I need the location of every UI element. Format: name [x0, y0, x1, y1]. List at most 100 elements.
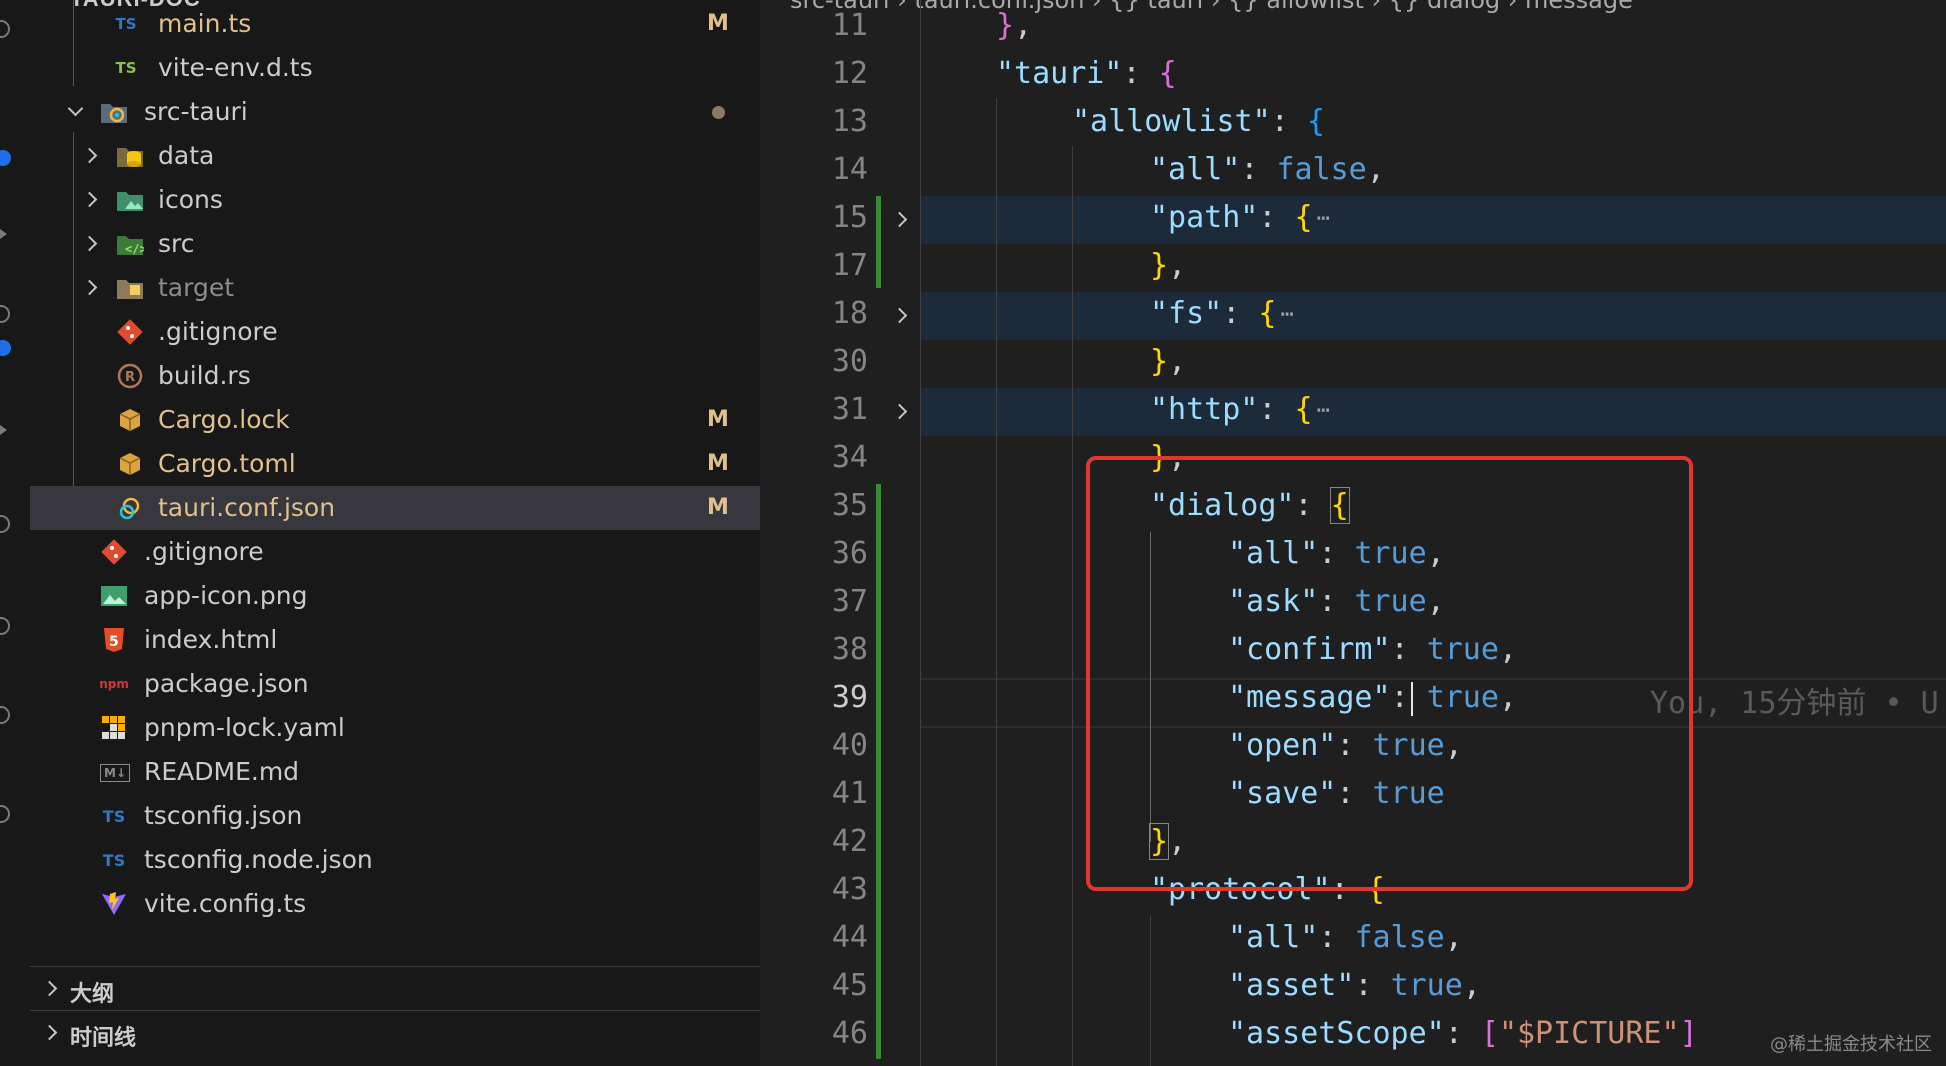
tauri-icon	[116, 495, 144, 521]
folder-label: src-tauri	[144, 97, 248, 126]
watermark: @稀土掘金技术社区	[1770, 1034, 1932, 1055]
file-label: index.html	[144, 625, 278, 654]
chevron-right-icon[interactable]	[82, 150, 94, 162]
file-item-tsconfig[interactable]: TS tsconfig.json	[30, 794, 760, 838]
git-icon	[100, 539, 128, 565]
file-item-readme[interactable]: M↓ README.md	[30, 750, 760, 794]
folded-ellipsis-icon[interactable]: ⋯	[1317, 398, 1330, 423]
folded-region-highlight	[920, 292, 1946, 340]
remote-icon[interactable]	[0, 617, 10, 635]
folded-ellipsis-icon[interactable]: ⋯	[1317, 206, 1330, 231]
folder-label: target	[158, 273, 235, 302]
file-item-gitignore-root[interactable]: .gitignore	[30, 530, 760, 574]
chevron-down-icon[interactable]	[70, 106, 82, 118]
settings-gear-icon[interactable]	[0, 805, 10, 823]
changes-dot-icon	[712, 106, 725, 119]
folder-label: src	[158, 229, 195, 258]
file-item-package-json[interactable]: npm package.json	[30, 662, 760, 706]
line-number: 13	[831, 104, 868, 139]
file-label: main.ts	[158, 9, 252, 38]
file-item-cargo-lock[interactable]: Cargo.lock M	[30, 398, 760, 442]
line-number: 18	[831, 296, 868, 331]
chevron-right-icon[interactable]	[42, 983, 54, 995]
npm-icon: npm	[99, 677, 129, 691]
chevron-right-icon[interactable]	[82, 194, 94, 206]
source-control-badge-icon[interactable]	[0, 340, 11, 356]
folder-item-data[interactable]: data	[30, 134, 760, 178]
indent-guide	[996, 98, 997, 1066]
file-label: tsconfig.json	[144, 801, 303, 830]
line-number: 45	[831, 968, 868, 1003]
modified-badge: M	[707, 495, 729, 520]
file-item-gitignore[interactable]: .gitignore	[30, 310, 760, 354]
file-item-tsconfig-node[interactable]: TS tsconfig.node.json	[30, 838, 760, 882]
file-item-app-icon-png[interactable]: app-icon.png	[30, 574, 760, 618]
folder-item-src-tauri[interactable]: src-tauri	[30, 90, 760, 134]
pnpm-icon	[100, 715, 128, 741]
svg-text:R: R	[125, 370, 135, 385]
fold-chevron-icon[interactable]	[891, 307, 908, 324]
code-line: "http": {⋯	[1150, 392, 1330, 427]
file-item-vite-env[interactable]: TS vite-env.d.ts	[30, 46, 760, 90]
run-debug-icon[interactable]	[0, 425, 7, 435]
line-number: 31	[831, 392, 868, 427]
explorer-icon[interactable]	[0, 20, 10, 38]
file-item-vite-config[interactable]: vite.config.ts	[30, 882, 760, 926]
line-number-active: 39	[831, 680, 868, 715]
file-label: tsconfig.node.json	[144, 845, 373, 874]
breadcrumb[interactable]: src-tauri › tauri.conf.json › {} tauri ›…	[790, 0, 1633, 14]
database-folder-icon	[116, 143, 144, 169]
file-label: pnpm-lock.yaml	[144, 713, 345, 742]
folded-ellipsis-icon[interactable]: ⋯	[1280, 302, 1293, 327]
line-number: 12	[831, 56, 868, 91]
code-line: "all": false,	[1228, 920, 1463, 955]
line-number: 15	[831, 200, 868, 235]
file-label: .gitignore	[144, 537, 264, 566]
chevron-right-icon[interactable]	[42, 1027, 54, 1039]
file-item-tauri-conf-json[interactable]: tauri.conf.json M	[30, 486, 760, 530]
activity-bar	[0, 0, 30, 1066]
git-change-bar	[876, 196, 881, 288]
indent-guide	[1072, 146, 1073, 1066]
folder-label: data	[158, 141, 215, 170]
activity-chevron-icon[interactable]	[0, 229, 7, 239]
file-item-pnpm-lock[interactable]: pnpm-lock.yaml	[30, 706, 760, 750]
outline-panel-header[interactable]: 大纲	[30, 966, 760, 1011]
code-line: "assetScope": ["$PICTURE"]	[1228, 1016, 1698, 1051]
code-line: },	[996, 8, 1033, 43]
src-folder-icon: </>	[116, 231, 144, 257]
file-item-cargo-toml[interactable]: Cargo.toml M	[30, 442, 760, 486]
git-change-bar	[876, 484, 881, 1059]
chevron-right-icon[interactable]	[82, 282, 94, 294]
tauri-folder-icon	[100, 99, 128, 125]
folder-item-src[interactable]: </> src	[30, 222, 760, 266]
git-blame-annotation: You, 15分钟前 • U	[1650, 686, 1939, 721]
file-item-build-rs[interactable]: R build.rs	[30, 354, 760, 398]
folder-item-icons[interactable]: icons	[30, 178, 760, 222]
typescript-icon: TS	[115, 59, 137, 77]
outline-label: 大纲	[70, 982, 115, 1007]
line-number: 43	[831, 872, 868, 907]
timeline-panel-header[interactable]: 时间线	[30, 1010, 760, 1055]
file-item-index-html[interactable]: 5 index.html	[30, 618, 760, 662]
folded-region-highlight	[920, 196, 1946, 244]
account-icon[interactable]	[0, 706, 10, 724]
git-icon	[116, 319, 144, 345]
line-number: 36	[831, 536, 868, 571]
image-icon	[100, 583, 128, 609]
chevron-right-icon[interactable]	[82, 238, 94, 250]
line-number: 42	[831, 824, 868, 859]
fold-chevron-icon[interactable]	[891, 403, 908, 420]
folder-item-target[interactable]: target	[30, 266, 760, 310]
svg-text:5: 5	[109, 634, 119, 650]
line-number: 44	[831, 920, 868, 955]
file-label: tauri.conf.json	[158, 493, 336, 522]
source-control-icon[interactable]	[0, 305, 10, 323]
line-number: 30	[831, 344, 868, 379]
notification-badge-icon[interactable]	[0, 150, 11, 166]
file-item-main-ts[interactable]: TS main.ts M	[30, 2, 760, 46]
file-label: .gitignore	[158, 317, 278, 346]
extensions-icon[interactable]	[0, 515, 10, 533]
fold-chevron-icon[interactable]	[891, 211, 908, 228]
file-label: app-icon.png	[144, 581, 308, 610]
